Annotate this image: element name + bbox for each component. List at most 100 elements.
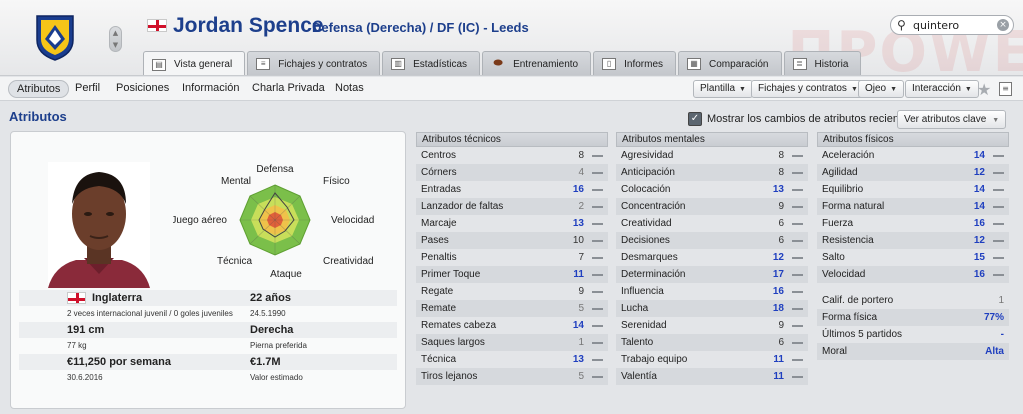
attribute-row[interactable]: Equilibrio 14 <box>817 181 1009 198</box>
attribute-row[interactable]: Penaltis 7 <box>416 249 608 266</box>
key-attributes-button[interactable]: Ver atributos clave ▼ <box>897 110 1007 129</box>
search-value[interactable]: quintero <box>913 19 959 32</box>
attribute-row[interactable]: Tiros lejanos 5 <box>416 368 608 385</box>
attribute-row[interactable]: Lanzador de faltas 2 <box>416 198 608 215</box>
chevron-up-icon[interactable]: ▲ <box>110 27 121 39</box>
attribute-row[interactable]: Entradas 16 <box>416 181 608 198</box>
attribute-row[interactable]: Decisiones 6 <box>616 232 808 249</box>
ball-icon: ⬬ <box>493 57 503 69</box>
tab-estadisticas[interactable]: ▥ Estadísticas <box>382 51 481 75</box>
attribute-row[interactable]: Talento 6 <box>616 334 808 351</box>
attribute-row[interactable]: Saques largos 1 <box>416 334 608 351</box>
attribute-row[interactable]: Regate 9 <box>416 283 608 300</box>
attribute-row[interactable]: Fuerza 16 <box>817 215 1009 232</box>
attribute-row[interactable]: Forma natural 14 <box>817 198 1009 215</box>
nationality[interactable]: Inglaterra <box>92 292 142 304</box>
info-row: 77 kg Pierna preferida <box>19 338 397 354</box>
attribute-name: Técnica <box>421 354 457 365</box>
club-crest-icon <box>36 15 74 61</box>
trend-dash-icon <box>993 240 1004 242</box>
attribute-row[interactable]: Moral Alta <box>817 343 1009 360</box>
attribute-row[interactable]: Anticipación 8 <box>616 164 808 181</box>
attribute-row[interactable]: Colocación 13 <box>616 181 808 198</box>
tab-fichajes-contratos[interactable]: ≡ Fichajes y contratos <box>247 51 381 75</box>
attribute-row[interactable]: Salto 15 <box>817 249 1009 266</box>
fichajes-dropdown[interactable]: Fichajes y contratos ▼ <box>751 80 865 98</box>
attribute-name: Centros <box>421 150 457 161</box>
attribute-row[interactable]: Pases 10 <box>416 232 608 249</box>
attribute-row[interactable]: Primer Toque 11 <box>416 266 608 283</box>
attribute-row[interactable]: Agilidad 12 <box>817 164 1009 181</box>
attribute-row[interactable]: Determinación 17 <box>616 266 808 283</box>
interaccion-dropdown[interactable]: Interacción ▼ <box>905 80 979 98</box>
subnav-charla-privada[interactable]: Charla Privada <box>252 82 325 94</box>
note-icon[interactable]: ≡ <box>999 82 1012 96</box>
trend-dash-icon <box>592 274 603 276</box>
attribute-name: Forma física <box>822 312 878 323</box>
attribute-value: 16 <box>772 286 784 297</box>
attribute-value: 14 <box>973 201 985 212</box>
subnav-notas[interactable]: Notas <box>335 82 364 94</box>
star-icon[interactable]: ★ <box>977 80 991 99</box>
attribute-name: Resistencia <box>822 235 874 246</box>
attribute-row[interactable]: Córners 4 <box>416 164 608 181</box>
attribute-name: Talento <box>621 337 654 348</box>
tab-vista-general[interactable]: ▤ Vista general <box>143 51 246 75</box>
subnav-perfil[interactable]: Perfil <box>75 82 100 94</box>
player-position-club[interactable]: Defensa (Derecha) / DF (IC) - Leeds <box>312 20 529 35</box>
attribute-row[interactable]: Remate 5 <box>416 300 608 317</box>
subnav-atributos[interactable]: Atributos <box>8 80 70 98</box>
attribute-row[interactable]: Centros 8 <box>416 147 608 164</box>
attribute-row[interactable]: Técnica 13 <box>416 351 608 368</box>
attribute-row[interactable]: Agresividad 8 <box>616 147 808 164</box>
attribute-row[interactable]: Velocidad 16 <box>817 266 1009 283</box>
attribute-row[interactable]: Aceleración 14 <box>817 147 1009 164</box>
attribute-row[interactable]: Influencia 16 <box>616 283 808 300</box>
checkbox-icon[interactable]: ✓ <box>688 112 702 126</box>
tab-entrenamiento[interactable]: ⬬ Entrenamiento <box>482 51 592 75</box>
history-icon: ≣ <box>792 58 807 70</box>
player-nav-stepper[interactable]: ▲ ▼ <box>109 26 122 52</box>
chevron-down-icon[interactable]: ▼ <box>110 39 121 51</box>
attribute-radar-chart: Defensa Mental Físico Juego aéreo Veloci… <box>173 164 374 280</box>
trend-dash-icon <box>792 155 803 157</box>
chevron-down-icon: ▼ <box>739 86 746 93</box>
attribute-row[interactable]: Creatividad 6 <box>616 215 808 232</box>
tab-historia[interactable]: ≣ Historia <box>783 51 862 75</box>
search-input[interactable]: ⚲ quintero × <box>890 15 1014 35</box>
tab-comparacion[interactable]: ▦ Comparación <box>678 51 782 75</box>
button-label: Ver atributos clave <box>904 114 987 125</box>
attribute-row[interactable]: Desmarques 12 <box>616 249 808 266</box>
recent-changes-label[interactable]: Mostrar los cambios de atributos recient… <box>707 113 914 125</box>
subnav-posiciones[interactable]: Posiciones <box>116 82 169 94</box>
attribute-value: 14 <box>973 150 985 161</box>
attribute-value: 14 <box>572 320 584 331</box>
ojeo-dropdown[interactable]: Ojeo ▼ <box>858 80 905 98</box>
attribute-value: 9 <box>578 286 584 297</box>
attribute-value: 14 <box>973 184 985 195</box>
attribute-row[interactable]: Calif. de portero 1 <box>817 292 1009 309</box>
attribute-row[interactable]: Forma física 77% <box>817 309 1009 326</box>
attribute-row[interactable]: Últimos 5 partidos - <box>817 326 1009 343</box>
tab-label: Informes <box>624 58 664 70</box>
tab-bar: ▤ Vista general ≡ Fichajes y contratos ▥… <box>143 51 863 75</box>
subnav-informacion[interactable]: Información <box>182 82 239 94</box>
attribute-row[interactable]: Trabajo equipo 11 <box>616 351 808 368</box>
attribute-value: 11 <box>773 371 784 382</box>
attribute-row[interactable]: Valentía 11 <box>616 368 808 385</box>
attribute-row[interactable]: Resistencia 12 <box>817 232 1009 249</box>
tab-informes[interactable]: ▯ Informes <box>593 51 677 75</box>
preferred-foot-label: Pierna preferida <box>250 341 307 350</box>
attribute-row[interactable]: Concentración 9 <box>616 198 808 215</box>
attribute-name: Agresividad <box>621 150 674 161</box>
attribute-row[interactable]: Marcaje 13 <box>416 215 608 232</box>
attribute-row[interactable]: Lucha 18 <box>616 300 808 317</box>
attribute-value: 1 <box>578 337 584 348</box>
attribute-row[interactable]: Remates cabeza 14 <box>416 317 608 334</box>
plantilla-dropdown[interactable]: Plantilla ▼ <box>693 80 753 98</box>
trend-dash-icon <box>592 223 603 225</box>
attribute-row[interactable]: Serenidad 9 <box>616 317 808 334</box>
clear-icon[interactable]: × <box>997 19 1009 31</box>
attribute-value: 12 <box>772 252 784 263</box>
trend-dash-icon <box>592 172 603 174</box>
